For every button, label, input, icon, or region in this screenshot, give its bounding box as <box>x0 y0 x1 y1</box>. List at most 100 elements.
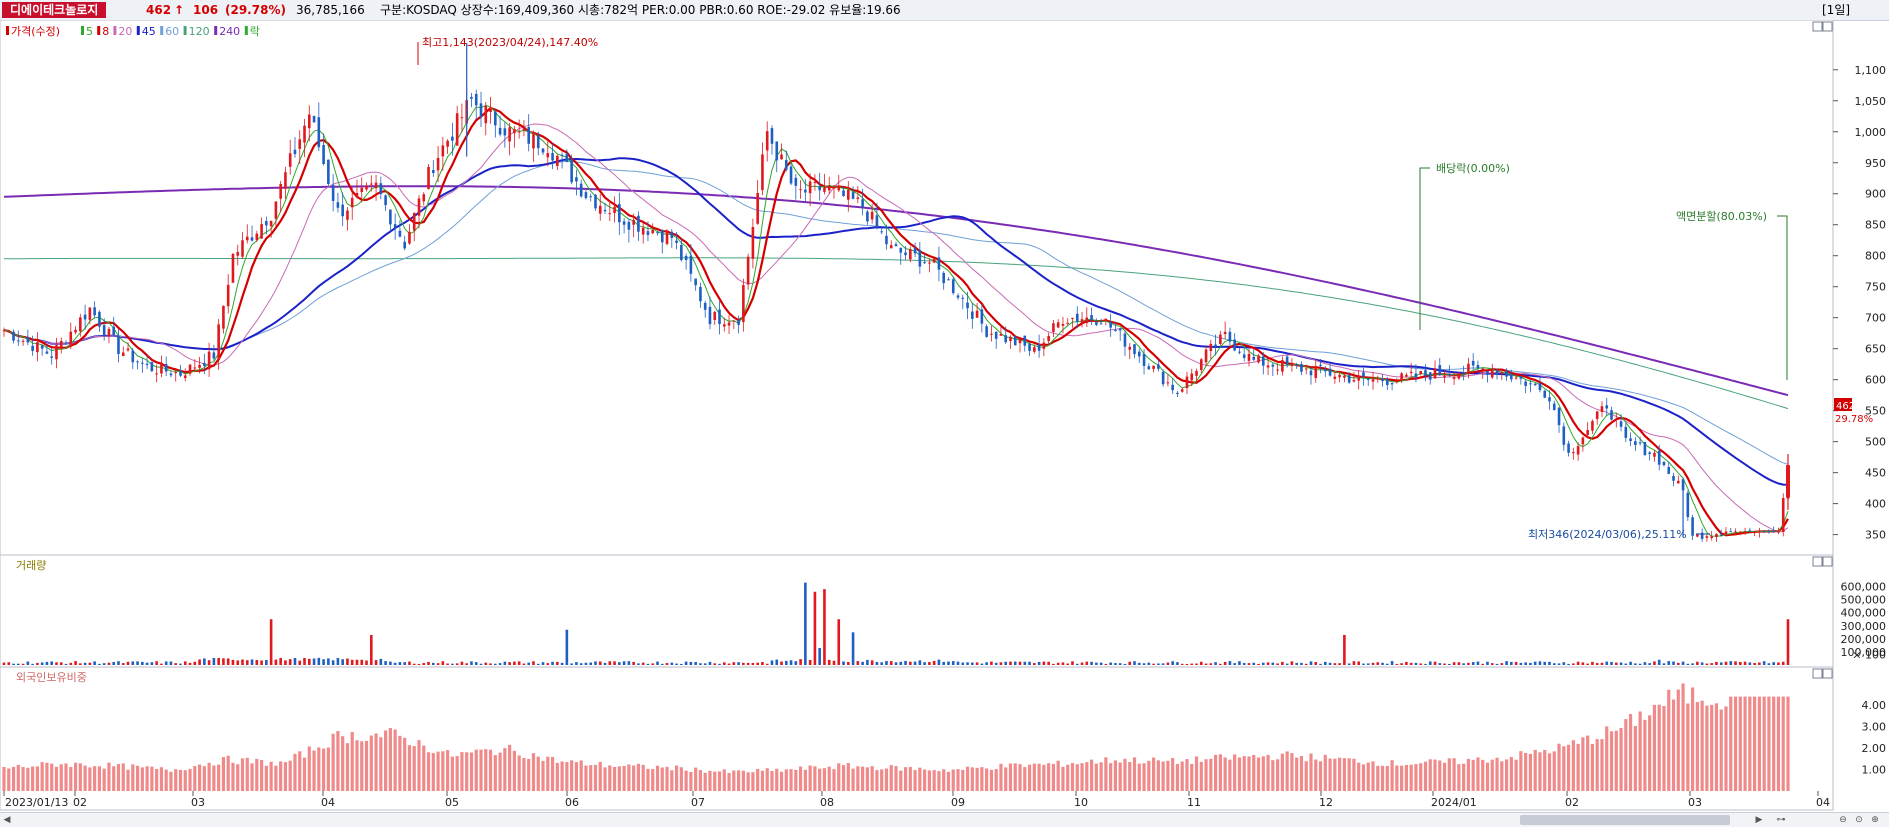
volume-bar <box>1586 663 1589 665</box>
candle-up <box>2 330 6 332</box>
foreign-bar <box>980 767 984 791</box>
stock-name[interactable]: 디에이테크놀로지 <box>2 2 107 18</box>
period-selector[interactable]: [1일] <box>1822 3 1850 17</box>
foreign-bar <box>240 758 245 791</box>
foreign-bar <box>560 761 564 791</box>
high-label: 최고1,143(2023/04/24),147.40% <box>422 36 598 49</box>
scroll-left-icon[interactable]: ◀ <box>0 813 14 827</box>
foreign-bar <box>832 769 836 791</box>
foreign-bar <box>593 764 598 791</box>
volume-bar <box>360 659 364 665</box>
legend-swatch <box>113 26 117 35</box>
volume-bar <box>98 663 101 665</box>
volume-bar <box>455 663 459 665</box>
scroll-right-icon[interactable]: ▶ <box>1752 813 1766 827</box>
candle-down <box>1075 313 1079 322</box>
foreign-bar <box>932 770 936 791</box>
foreign-bar <box>584 765 588 791</box>
volume-bar <box>1319 663 1322 665</box>
foreign-bar <box>1433 759 1437 791</box>
candle-up <box>1467 363 1470 374</box>
zoom-reset-icon[interactable]: ⊙ <box>1852 813 1866 827</box>
foreign-bar <box>732 770 736 791</box>
zoom-out-icon[interactable]: ⊖ <box>1836 813 1850 827</box>
volume-bar <box>79 663 82 665</box>
foreign-bar <box>1571 740 1575 791</box>
candle-up <box>1376 378 1380 380</box>
foreign-bar <box>1509 757 1513 791</box>
foreign-bar <box>846 763 850 791</box>
foreign-bar <box>1037 763 1041 791</box>
foreign-bar <box>1304 761 1308 791</box>
volume-bar <box>298 660 302 665</box>
foreign-bar <box>756 768 760 791</box>
volume-tick-label: 400,000 <box>1841 607 1887 620</box>
foreign-bar <box>131 764 135 791</box>
zoom-slider-icon[interactable]: ⊶ <box>1774 813 1788 827</box>
candle-up <box>751 226 755 259</box>
foreign-bar <box>1008 763 1013 791</box>
candle-down <box>1099 323 1103 325</box>
foreign-bar <box>541 760 545 791</box>
stock-chart[interactable]: 가격(수정) 5 8 20 45 60 120 240 락 1,100 1,050 1,000 950… <box>0 20 1889 812</box>
candle-up <box>1676 480 1680 484</box>
volume-bar <box>1648 663 1651 665</box>
zoom-in-icon[interactable]: ⊕ <box>1868 813 1882 827</box>
foreign-bar <box>794 769 798 791</box>
foreign-bar <box>1514 759 1518 791</box>
foreign-bar <box>1786 696 1790 791</box>
volume-bar <box>236 660 240 665</box>
candle-up <box>226 284 230 307</box>
volume-bar <box>1495 663 1499 665</box>
horizontal-scrollbar[interactable]: ◀ ▶ ⊶ ⊖ ⊙ ⊕ <box>0 812 1889 827</box>
candle-down <box>31 345 34 351</box>
price-tick-label: 1,050 <box>1855 95 1887 108</box>
candle-down <box>117 335 120 355</box>
candle-down <box>1137 351 1141 357</box>
volume-bar <box>727 663 731 665</box>
candle-up <box>1128 346 1132 350</box>
candle-down <box>646 231 650 235</box>
foreign-bar <box>1128 762 1132 791</box>
foreign-bar <box>689 772 693 791</box>
volume-bar <box>889 661 893 665</box>
foreign-bar <box>1352 758 1356 791</box>
foreign-bar <box>1347 758 1351 791</box>
candle-up <box>832 186 836 189</box>
candle-down <box>498 127 502 135</box>
volume-bar <box>398 662 402 665</box>
candle-up <box>1696 534 1699 537</box>
candle-up <box>1705 536 1709 538</box>
volume-bar <box>1085 661 1089 665</box>
foreign-bar <box>1528 753 1533 791</box>
candle-down <box>1667 466 1671 474</box>
foreign-tick-label: 4.00 <box>1862 699 1887 712</box>
candle-up <box>1204 349 1208 363</box>
candle-down <box>50 356 54 358</box>
candle-down <box>150 362 154 372</box>
volume-bar <box>1538 661 1542 665</box>
candle-down <box>1552 403 1556 411</box>
volume-bar <box>479 663 483 665</box>
candle-up <box>1572 452 1575 454</box>
volume-bar <box>1061 662 1065 665</box>
volume-bar <box>1009 661 1012 665</box>
candle-down <box>947 279 950 281</box>
volume-bar <box>670 662 674 665</box>
foreign-bar <box>1089 759 1094 791</box>
candle-down <box>93 307 96 316</box>
candle-up <box>780 154 783 160</box>
candle-down <box>1729 531 1733 533</box>
foreign-bar <box>1218 754 1222 791</box>
candle-down <box>880 231 883 233</box>
scroll-thumb[interactable] <box>1520 815 1730 825</box>
foreign-bar <box>1242 756 1246 791</box>
foreign-bar <box>813 766 817 791</box>
foreign-bar <box>1438 760 1442 791</box>
candle-down <box>102 325 106 336</box>
foreign-tick-label: 3.00 <box>1862 721 1887 734</box>
foreign-bar <box>1223 757 1227 791</box>
candle-up <box>69 331 73 347</box>
price-tick-label: 600 <box>1865 374 1886 387</box>
volume-bar <box>1204 663 1208 665</box>
